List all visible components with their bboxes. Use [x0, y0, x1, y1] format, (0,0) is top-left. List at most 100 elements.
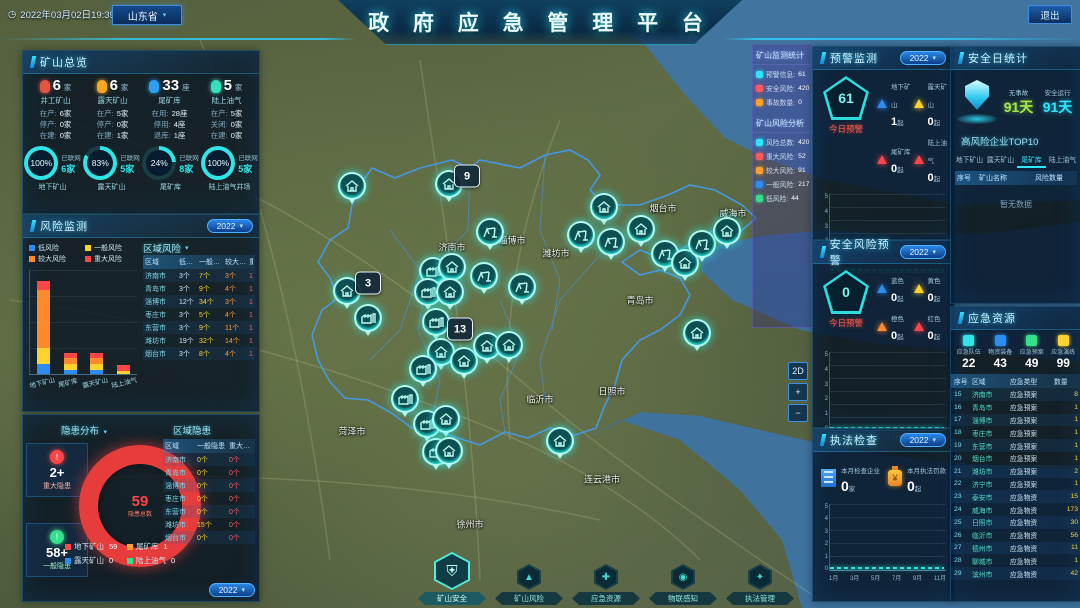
- y-tick: 5: [820, 194, 828, 200]
- table-row[interactable]: 21潍坊市应急预案2: [951, 465, 1080, 478]
- table-row[interactable]: 24威海市应急物资173: [951, 503, 1080, 516]
- map-facility-marker[interactable]: [567, 221, 595, 249]
- nav-item[interactable]: ⛨ 矿山安全: [418, 552, 486, 605]
- table-row[interactable]: 29滨州市应急物资42: [951, 567, 1080, 580]
- bar-label: 露天矿山: [81, 374, 109, 390]
- table-row[interactable]: 淄博市0个0个: [163, 479, 255, 492]
- panel-title: 安全风险预警: [830, 236, 895, 268]
- legend-swatch: [85, 245, 91, 251]
- nav-item[interactable]: ✦ 执法管理: [726, 564, 794, 605]
- zoom-in-button[interactable]: +: [788, 383, 808, 401]
- marker-glyph-icon: [479, 338, 495, 354]
- tab[interactable]: 露天矿山: [986, 152, 1015, 168]
- table-row[interactable]: 青岛市3个9个4个1个: [143, 282, 255, 295]
- table-row[interactable]: 枣庄市0个0个: [163, 492, 255, 505]
- warning-triangle-icon: [877, 99, 887, 108]
- map-facility-marker[interactable]: [688, 230, 716, 258]
- panel-accent-icon: [30, 220, 37, 232]
- table-row[interactable]: 22济宁市应急预案1: [951, 478, 1080, 491]
- tab[interactable]: 地下矿山: [955, 152, 984, 168]
- table-row[interactable]: 25日照市应急物资30: [951, 516, 1080, 529]
- nav-item[interactable]: ✚ 应急资源: [572, 564, 640, 605]
- table-row[interactable]: 26临沂市应急物资56: [951, 529, 1080, 542]
- nav-item[interactable]: ▲ 矿山风险: [495, 564, 563, 605]
- table-row[interactable]: 东营市3个9个11个1个: [143, 321, 255, 334]
- map-facility-marker[interactable]: [338, 172, 366, 200]
- tab[interactable]: 陆上油气: [1048, 152, 1077, 168]
- table-row[interactable]: 28聊城市应急物资1: [951, 554, 1080, 567]
- marker-cluster-badge[interactable]: 13: [447, 318, 473, 341]
- law-enforcement-panel: 执法检查 2022▾ 本月检查企业 0家 本月执法罚款 0起 543210 1月…: [812, 428, 955, 602]
- gauge-ring: 100%: [24, 146, 58, 180]
- table-row[interactable]: 19东营市应急预案1: [951, 439, 1080, 452]
- shield-hologram-icon: [955, 78, 999, 126]
- map-facility-marker[interactable]: [546, 427, 574, 455]
- table-header: 序号矿山名称风险数量: [955, 171, 1077, 185]
- chevron-down-icon[interactable]: ▾: [103, 429, 107, 436]
- table-row[interactable]: 枣庄市3个5个4个1个: [143, 308, 255, 321]
- map-facility-marker[interactable]: [435, 437, 463, 465]
- alert-icon: !: [50, 450, 64, 464]
- table-row[interactable]: 烟台市3个8个4个1个: [143, 347, 255, 360]
- table-row[interactable]: 17淄博市应急预案1: [951, 414, 1080, 427]
- map-facility-marker[interactable]: [476, 218, 504, 246]
- table-row[interactable]: 20烟台市应急预案1: [951, 452, 1080, 465]
- strip-stat: 事故数量:0: [753, 93, 811, 107]
- year-dropdown[interactable]: 2022▾: [900, 245, 946, 259]
- table-row[interactable]: 东营市0个0个: [163, 505, 255, 518]
- map-facility-marker[interactable]: [495, 331, 523, 359]
- table-row[interactable]: 27德州市应急物资11: [951, 542, 1080, 555]
- region-selector[interactable]: 山东省 ▾: [112, 5, 182, 25]
- clock-icon: ◷: [8, 9, 16, 20]
- map-facility-marker[interactable]: [627, 215, 655, 243]
- map-facility-marker[interactable]: [422, 308, 450, 336]
- table-row[interactable]: 15济南市应急预案8: [951, 388, 1080, 401]
- stat-dot-icon: [756, 99, 763, 106]
- map-facility-marker[interactable]: [438, 253, 466, 281]
- alert-icon: !: [50, 530, 64, 544]
- bar-label: 地下矿山: [28, 374, 56, 390]
- map-facility-marker[interactable]: [683, 319, 711, 347]
- table-row[interactable]: 济南市0个0个: [163, 453, 255, 466]
- exit-button[interactable]: 退出: [1028, 5, 1072, 24]
- column-header: 数量: [1054, 376, 1078, 386]
- chevron-down-icon[interactable]: ▾: [185, 244, 189, 252]
- table-row[interactable]: 烟台市0个0个: [163, 531, 255, 544]
- table-row[interactable]: 青岛市0个0个: [163, 466, 255, 479]
- table-row[interactable]: 23泰安市应急物资15: [951, 490, 1080, 503]
- year-dropdown[interactable]: 2022▾: [207, 219, 253, 233]
- region-risk-rows: 济南市3个7个3个1个青岛市3个9个4个1个淄博市12个34个3个1个枣庄市3个…: [143, 269, 255, 360]
- marker-cluster-badge[interactable]: 9: [454, 165, 480, 188]
- tab[interactable]: 尾矿库: [1017, 152, 1046, 168]
- table-row[interactable]: 潍坊市15个0个: [163, 518, 255, 531]
- stacked-bar: [37, 281, 50, 374]
- marker-cluster-badge[interactable]: 3: [355, 272, 381, 295]
- map-mode-button[interactable]: 2D: [788, 362, 808, 380]
- map-facility-marker[interactable]: [432, 405, 460, 433]
- map-facility-marker[interactable]: [713, 217, 741, 245]
- map-city-label: 连云港市: [584, 473, 620, 486]
- map-facility-marker[interactable]: [409, 355, 437, 383]
- map-facility-marker[interactable]: [508, 273, 536, 301]
- map-facility-marker[interactable]: [590, 193, 618, 221]
- map-facility-marker[interactable]: [470, 262, 498, 290]
- map-facility-marker[interactable]: [354, 304, 382, 332]
- warning-triangle-icon: [914, 284, 924, 293]
- nav-item[interactable]: ◉ 物联感知: [649, 564, 717, 605]
- table-row[interactable]: 济南市3个7个3个1个: [143, 269, 255, 282]
- hazard-stats-panel: 隐患分布 ▾ 区域隐患 ! 2+ 重大隐患 ! 58+ 一般隐患 59 隐患总数…: [22, 414, 260, 602]
- marker-glyph-icon: [360, 310, 376, 326]
- mine-category: 5家 陆上油气 在产:5家 关闭:0家 在建:0家: [198, 78, 255, 141]
- map-facility-marker[interactable]: [436, 278, 464, 306]
- zoom-out-button[interactable]: −: [788, 404, 808, 422]
- year-dropdown[interactable]: 2022▾: [209, 583, 255, 597]
- year-dropdown[interactable]: 2022▾: [900, 433, 946, 447]
- table-row[interactable]: 潍坊市19个32个14个1个: [143, 334, 255, 347]
- risk-legend: 低风险一般风险较大风险重大风险: [27, 241, 139, 266]
- year-dropdown[interactable]: 2022▾: [900, 51, 946, 65]
- table-row[interactable]: 淄博市12个34个3个1个: [143, 295, 255, 308]
- table-row[interactable]: 18枣庄市应急预案1: [951, 426, 1080, 439]
- map-facility-marker[interactable]: [597, 228, 625, 256]
- map-facility-marker[interactable]: [391, 385, 419, 413]
- table-row[interactable]: 16青岛市应急预案1: [951, 401, 1080, 414]
